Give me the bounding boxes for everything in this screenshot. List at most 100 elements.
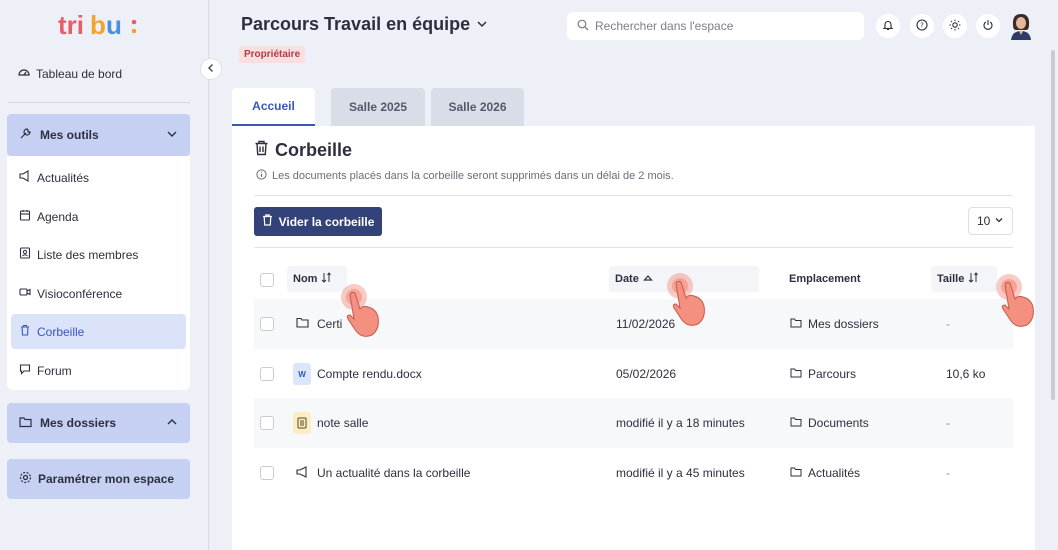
search-icon — [577, 19, 589, 34]
location-cell: Documents — [790, 398, 869, 448]
date-cell: modifié il y a 45 minutes — [616, 466, 745, 480]
theme-toggle-button[interactable] — [943, 14, 967, 38]
page-title: Parcours Travail en équipe — [241, 14, 471, 34]
logout-button[interactable] — [976, 14, 1000, 38]
settings-button[interactable]: Paramétrer mon espace — [7, 459, 190, 499]
name-cell: Un actualité dans la corbeille — [296, 448, 470, 498]
size-cell: - — [946, 416, 950, 430]
divider — [8, 102, 190, 103]
card-heading: Corbeille — [254, 140, 352, 161]
row-checkbox[interactable] — [260, 317, 274, 331]
size-cell: - — [946, 466, 950, 480]
chevron-left-icon — [206, 62, 216, 76]
table-row[interactable]: note salle modifié il y a 18 minutes Doc… — [254, 398, 1013, 448]
chevron-up-icon — [166, 416, 178, 431]
column-header-size[interactable]: Taille — [931, 266, 997, 292]
per-page-select[interactable]: 10 — [968, 207, 1013, 235]
help-button[interactable]: ? — [910, 14, 934, 38]
collapse-sidebar-button[interactable] — [200, 58, 222, 80]
folder-icon — [296, 317, 309, 331]
column-header-location[interactable]: Emplacement — [783, 266, 883, 292]
word-document-icon: W — [293, 363, 311, 385]
search-input[interactable] — [595, 19, 845, 33]
table-row[interactable]: Un actualité dans la corbeille modifié i… — [254, 448, 1013, 498]
sidebar-item-label: Corbeille — [37, 324, 85, 339]
location-name: Documents — [808, 416, 869, 430]
sidebar-item-label: Forum — [37, 363, 72, 378]
svg-text:u: u — [106, 10, 122, 40]
empty-trash-label: Vider la corbeille — [278, 214, 375, 229]
note-icon — [293, 412, 311, 434]
sidebar-item-actualites[interactable]: Actualités — [11, 160, 186, 195]
sidebar-item-label: Liste des membres — [37, 247, 139, 262]
file-name: Un actualité dans la corbeille — [317, 466, 471, 480]
folder-icon — [790, 416, 802, 430]
tab-salle-2025[interactable]: Salle 2025 — [331, 88, 425, 126]
page-title: Corbeille — [275, 140, 353, 160]
sort-ascending-icon — [643, 273, 653, 286]
search-bar[interactable] — [567, 12, 864, 40]
trash-icon — [19, 324, 31, 339]
sidebar-item-forum[interactable]: Forum — [11, 353, 186, 388]
tribu-logo[interactable]: tri b u — [58, 10, 148, 40]
select-all-checkbox[interactable] — [260, 273, 274, 287]
tap-indicator-icon — [993, 273, 1045, 329]
tools-section-toggle[interactable]: Mes outils — [7, 114, 190, 156]
sidebar-item-agenda[interactable]: Agenda — [11, 199, 186, 234]
space-selector[interactable]: Parcours Travail en équipe — [241, 14, 488, 35]
per-page-value: 10 — [977, 214, 991, 228]
tab-accueil[interactable]: Accueil — [232, 88, 315, 126]
empty-trash-button[interactable]: Vider la corbeille — [254, 207, 382, 236]
tap-indicator-icon — [664, 272, 716, 328]
folder-icon — [790, 317, 802, 331]
sidebar-item-visio[interactable]: Visioconférence — [11, 276, 186, 311]
name-cell: note salle — [293, 398, 368, 448]
svg-text:?: ? — [920, 21, 924, 29]
location-name: Parcours — [808, 367, 857, 381]
settings-label: Paramétrer mon espace — [38, 472, 175, 486]
row-checkbox[interactable] — [260, 466, 274, 480]
folder-icon — [790, 367, 802, 381]
date-cell: 05/02/2026 — [616, 367, 677, 381]
column-location-label: Emplacement — [789, 273, 861, 285]
sidebar-item-label: Tableau de bord — [36, 66, 123, 81]
info-icon — [256, 169, 267, 183]
help-icon: ? — [916, 18, 928, 34]
name-cell: W Compte rendu.docx — [293, 349, 422, 399]
row-checkbox[interactable] — [260, 367, 274, 381]
sidebar-item-members[interactable]: Liste des membres — [11, 237, 186, 272]
sort-icon — [321, 272, 332, 286]
megaphone-icon — [296, 465, 309, 481]
chevron-down-icon — [166, 128, 178, 143]
location-cell: Parcours — [790, 349, 856, 399]
sidebar-item-corbeille[interactable]: Corbeille — [11, 314, 186, 349]
page-scrollbar[interactable] — [1051, 50, 1055, 400]
megaphone-icon — [19, 170, 31, 185]
folders-section-toggle[interactable]: Mes dossiers — [7, 403, 190, 443]
power-icon — [982, 19, 994, 34]
tab-salle-2026[interactable]: Salle 2026 — [431, 88, 524, 126]
chevron-down-icon — [994, 214, 1004, 228]
chat-icon — [19, 363, 31, 378]
sidebar-item-label: Actualités — [37, 170, 90, 185]
folders-header-label: Mes dossiers — [40, 416, 117, 430]
file-name: Compte rendu.docx — [317, 367, 422, 381]
sidebar-item-dashboard[interactable]: Tableau de bord — [18, 66, 122, 81]
row-checkbox[interactable] — [260, 416, 274, 430]
trash-icon — [254, 140, 269, 161]
date-cell: modifié il y a 18 minutes — [616, 416, 745, 430]
notifications-button[interactable] — [876, 14, 900, 38]
info-text: Les documents placés dans la corbeille s… — [272, 170, 674, 182]
table-row[interactable]: W Compte rendu.docx 05/02/2026 Parcours … — [254, 349, 1013, 399]
video-icon — [19, 286, 31, 301]
location-name: Actualités — [808, 466, 861, 480]
role-badge: Propriétaire — [239, 46, 306, 63]
folder-icon — [19, 416, 32, 431]
tools-header-label: Mes outils — [40, 128, 99, 142]
file-name: note salle — [317, 416, 369, 430]
divider — [254, 247, 1013, 248]
chevron-down-icon — [476, 14, 488, 35]
user-avatar[interactable] — [1009, 12, 1033, 40]
wrench-icon — [19, 127, 32, 143]
sidebar-item-label: Agenda — [37, 209, 79, 224]
